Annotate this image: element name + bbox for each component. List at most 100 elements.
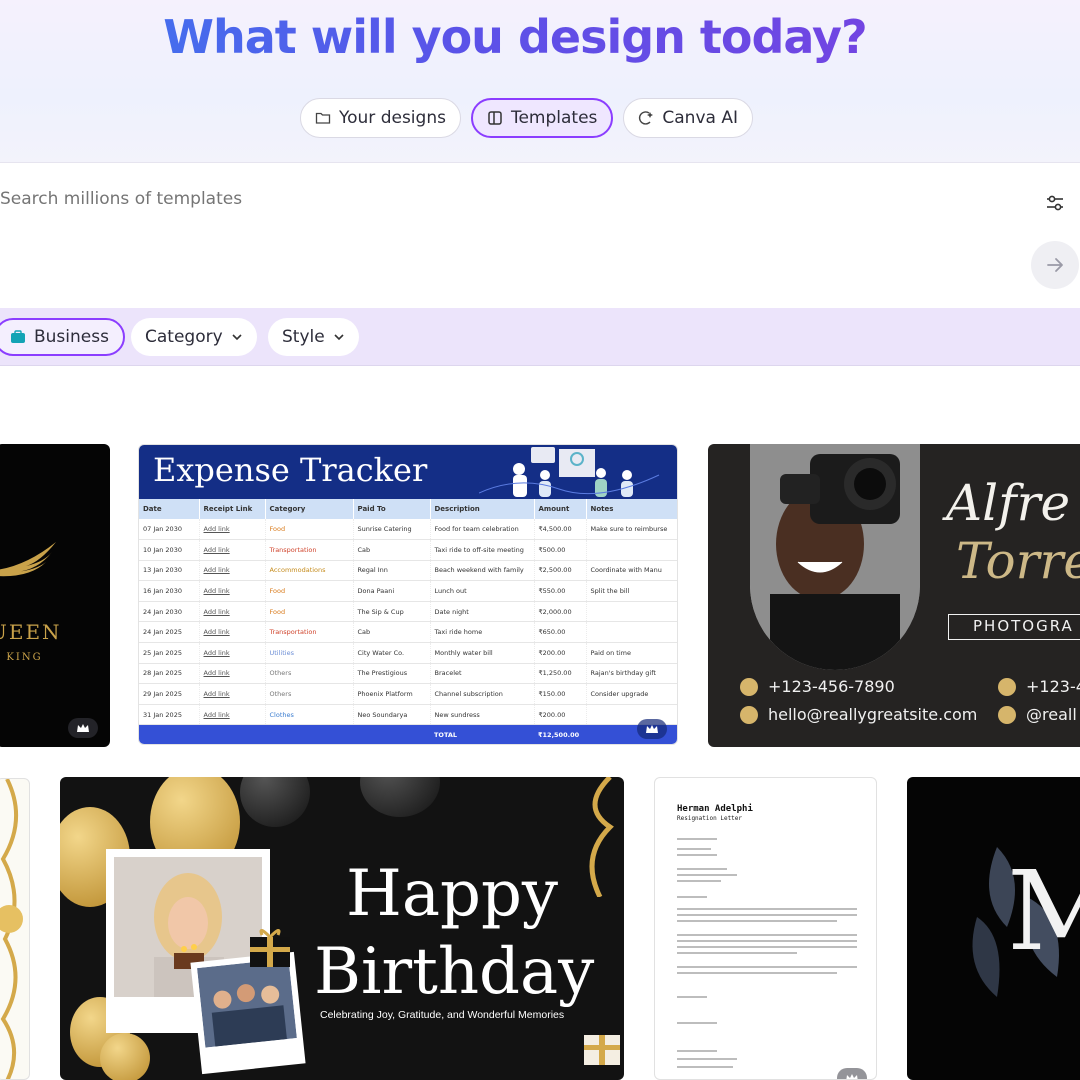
- premium-crown-icon: [68, 718, 98, 738]
- table-cell: City Water Co.: [353, 642, 431, 664]
- table-cell[interactable]: Add link: [199, 663, 266, 685]
- search-submit-button[interactable]: [1031, 241, 1079, 289]
- chip-category-dropdown[interactable]: Category: [131, 318, 257, 356]
- tab-label: Your designs: [339, 108, 446, 128]
- table-cell: Regal Inn: [353, 560, 431, 582]
- birthday-title-line2: Birthday: [314, 935, 595, 1009]
- expense-title: Expense Tracker: [153, 451, 428, 489]
- chip-label: Category: [145, 327, 223, 347]
- table-total-row: TOTAL ₹12,500.00: [139, 724, 677, 744]
- template-card-queen-logo[interactable]: UEEN A KING: [0, 444, 110, 747]
- phone-text: +123-456-7890: [768, 677, 895, 696]
- column-header: Date: [139, 499, 200, 519]
- chevron-down-icon: [232, 334, 242, 341]
- column-header: Description: [430, 499, 535, 519]
- template-card-partial-gold[interactable]: [0, 778, 30, 1080]
- column-header: Paid To: [353, 499, 431, 519]
- team-illustration-icon: [479, 447, 660, 497]
- polaroid-photo-small: [190, 951, 306, 1075]
- letter-name: Herman Adelphi: [677, 804, 753, 814]
- table-cell: Paid on time: [586, 642, 677, 664]
- chip-label: Style: [282, 327, 325, 347]
- table-cell[interactable]: Add link: [199, 519, 266, 541]
- table-cell[interactable]: Add link: [199, 621, 266, 644]
- template-card-happy-birthday[interactable]: Happy Birthday Celebrating Joy, Gratitud…: [60, 777, 624, 1080]
- table-cell: ₹2,500.00: [534, 560, 587, 582]
- table-cell[interactable]: Add link: [199, 539, 266, 561]
- filter-sliders-icon[interactable]: [1043, 191, 1067, 215]
- table-row: 24 Jan 2030 Add link Food The Sip & Cup Date…: [139, 601, 677, 623]
- logo-subtext: A KING: [0, 652, 43, 663]
- group-party-image: [197, 958, 297, 1048]
- briefcase-icon: [11, 330, 25, 343]
- table-cell: 29 Jan 2025: [139, 683, 200, 705]
- table-cell: ₹200.00: [534, 704, 587, 726]
- table-cell: ₹500.00: [534, 539, 587, 561]
- table-cell: Transportation: [265, 621, 354, 644]
- tab-canva-ai[interactable]: Canva AI: [623, 98, 753, 138]
- table-row: 24 Jan 2025 Add link Transportation Cab Taxi…: [139, 621, 677, 644]
- table-cell[interactable]: Add link: [199, 704, 266, 726]
- template-icon: [488, 111, 502, 125]
- table-cell: [586, 601, 677, 623]
- hero-section: What will you design today? Your designs…: [0, 0, 1080, 162]
- gift-box-icon: [584, 1035, 620, 1065]
- table-cell: 24 Jan 2025: [139, 621, 200, 644]
- filter-chip-bar: Business Category Style: [0, 308, 1080, 366]
- table-row: 31 Jan 2025 Add link Clothes Neo Soundarya N…: [139, 704, 677, 726]
- table-cell: [586, 539, 677, 561]
- wings-logo-icon: [0, 542, 56, 577]
- table-cell[interactable]: Add link: [199, 642, 266, 664]
- tab-your-designs[interactable]: Your designs: [300, 98, 461, 138]
- monogram-letter: M: [1007, 847, 1080, 975]
- chip-style-dropdown[interactable]: Style: [268, 318, 359, 356]
- table-cell: Coordinate with Manu: [586, 560, 677, 582]
- table-row: 16 Jan 2030 Add link Food Dona Paani Lunch o…: [139, 580, 677, 602]
- table-row: 07 Jan 2030 Add link Food Sunrise Catering F…: [139, 519, 677, 541]
- chevron-down-icon: [334, 334, 344, 341]
- chip-business[interactable]: Business: [0, 318, 125, 356]
- table-cell: Sunrise Catering: [353, 519, 431, 541]
- column-header: Receipt Link: [199, 499, 266, 519]
- table-cell: Beach weekend with family: [430, 560, 535, 582]
- table-cell: Food for team celebration: [430, 519, 535, 541]
- table-cell: Lunch out: [430, 580, 535, 602]
- table-cell: Neo Soundarya: [353, 704, 431, 726]
- search-panel: [0, 162, 1080, 308]
- template-card-monogram[interactable]: M: [907, 777, 1080, 1080]
- logo-text: UEEN: [0, 620, 62, 644]
- table-cell: ₹1,250.00: [534, 663, 587, 685]
- card-phone: +123-456-7890: [740, 677, 895, 696]
- table-cell[interactable]: Add link: [199, 601, 266, 623]
- table-row: 10 Jan 2030 Add link Transportation Cab Taxi…: [139, 539, 677, 561]
- template-card-photographer[interactable]: Alfre Torre PHOTOGRA +123-456-7890 hello…: [708, 444, 1080, 747]
- search-input[interactable]: [0, 189, 700, 209]
- table-cell: Rajan's birthday gift: [586, 663, 677, 685]
- table-cell[interactable]: Add link: [199, 683, 266, 705]
- table-cell: Food: [265, 519, 354, 541]
- table-cell: ₹650.00: [534, 621, 587, 644]
- table-cell: Date night: [430, 601, 535, 623]
- table-cell[interactable]: Add link: [199, 580, 266, 602]
- table-cell: 13 Jan 2030: [139, 560, 200, 582]
- template-card-expense-tracker[interactable]: Expense Tracker Date Receipt Link Catego…: [138, 444, 678, 745]
- arrow-right-icon: [1047, 258, 1063, 272]
- table-cell: The Prestigious: [353, 663, 431, 685]
- table-cell: Food: [265, 601, 354, 623]
- template-card-resignation-letter[interactable]: Herman Adelphi Resignation Letter: [654, 777, 877, 1080]
- table-cell: 16 Jan 2030: [139, 580, 200, 602]
- tab-templates[interactable]: Templates: [470, 98, 614, 138]
- camera-person-image: [750, 444, 920, 670]
- table-cell: Split the bill: [586, 580, 677, 602]
- total-value: ₹12,500.00: [534, 724, 586, 744]
- table-cell: 31 Jan 2025: [139, 704, 200, 726]
- table-cell: ₹2,000.00: [534, 601, 587, 623]
- table-cell[interactable]: Add link: [199, 560, 266, 582]
- table-cell: Food: [265, 580, 354, 602]
- thumb-icon: [998, 705, 1016, 724]
- page-title: What will you design today?: [0, 10, 1030, 64]
- table-row: 13 Jan 2030 Add link Accommodations Regal I…: [139, 560, 677, 582]
- table-cell: New sundress: [430, 704, 535, 726]
- table-cell: The Sip & Cup: [353, 601, 431, 623]
- table-cell: Consider upgrade: [586, 683, 677, 705]
